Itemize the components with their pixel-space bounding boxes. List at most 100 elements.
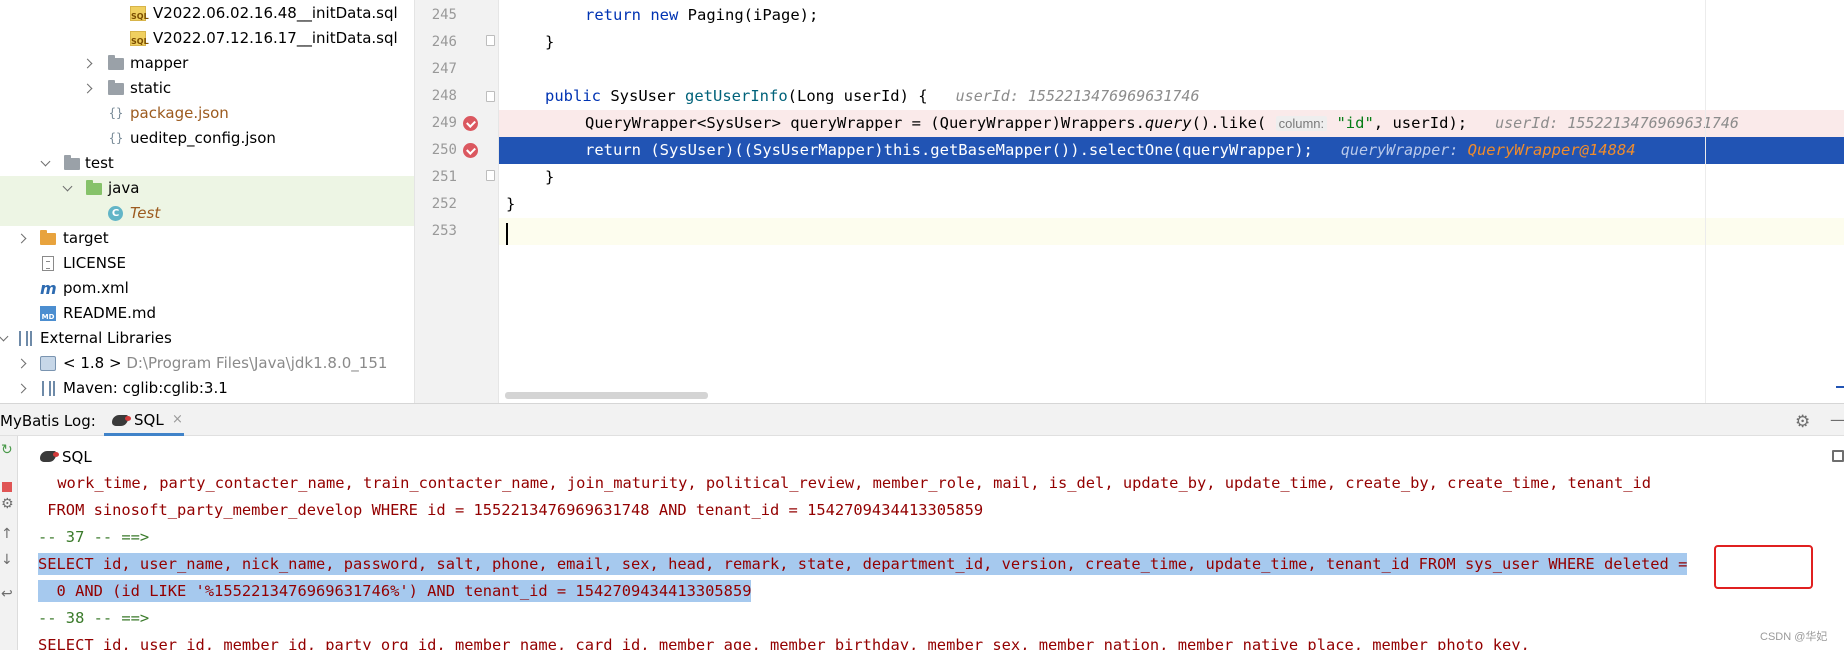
- tree-item-label: External Libraries: [40, 329, 172, 347]
- tree-item-label: V2022.07.12.16.17__initData.sql: [153, 29, 398, 47]
- tree-item-folder-test[interactable]: test: [0, 151, 414, 176]
- fold-marker-icon[interactable]: [486, 91, 495, 102]
- tree-item-folder-static[interactable]: static: [0, 76, 414, 101]
- log-line: FROM sinosoft_party_member_develop WHERE…: [38, 497, 1844, 524]
- text-caret: [506, 223, 508, 245]
- java-class-icon: C: [108, 206, 123, 221]
- method-name: getUserInfo: [685, 87, 788, 105]
- tree-item-folder-mapper[interactable]: mapper: [0, 51, 414, 76]
- tree-item-external-libraries[interactable]: External Libraries: [0, 326, 414, 351]
- chevron-right-icon[interactable]: [82, 58, 93, 69]
- stop-icon[interactable]: [2, 482, 12, 492]
- code-text: ().like(: [1191, 114, 1267, 132]
- tree-item-label: mapper: [130, 54, 189, 72]
- ide-top-area: SQL V2022.06.02.16.48__initData.sql SQL …: [0, 0, 1844, 403]
- code-editor[interactable]: return new Paging(iPage); } public SysUs…: [499, 0, 1844, 403]
- settings-icon[interactable]: ⚙: [1, 496, 14, 512]
- line-number: 251: [431, 169, 457, 185]
- sql-log-output[interactable]: work_time, party_contacter_name, train_c…: [18, 470, 1844, 650]
- watermark: CSDN @华妃: [1760, 631, 1828, 643]
- line-number: 250: [431, 142, 457, 158]
- chevron-down-icon[interactable]: [40, 156, 51, 167]
- code-text: Paging(iPage);: [678, 6, 819, 24]
- code-text: , userId);: [1373, 114, 1468, 132]
- line-number: 247: [431, 61, 457, 77]
- log-toolbar: ↻ ⚙ ↑ ↓ ↩: [0, 436, 18, 650]
- code-text: SysUser: [601, 87, 685, 105]
- tree-item-maven-library[interactable]: Maven: cglib:cglib:3.1: [0, 376, 414, 401]
- inline-debug-value[interactable]: QueryWrapper@14884: [1468, 141, 1636, 159]
- tree-item-file-ueditor-config[interactable]: {} ueditер_config.json: [0, 126, 414, 151]
- tree-item-file-package-json[interactable]: {} package.json: [0, 101, 414, 126]
- library-icon: [42, 381, 55, 396]
- arrow-up-icon[interactable]: ↑: [1, 526, 13, 542]
- project-tree[interactable]: SQL V2022.06.02.16.48__initData.sql SQL …: [0, 0, 415, 403]
- tree-item-sql-file[interactable]: SQL V2022.07.12.16.17__initData.sql: [0, 26, 414, 51]
- keyword: return: [585, 141, 641, 159]
- sql-file-icon: SQL: [130, 31, 149, 46]
- parameter-hint: column:: [1275, 116, 1328, 131]
- library-icon: [19, 331, 32, 346]
- mybatis-bird-icon: [40, 451, 59, 462]
- right-margin-guide: [1705, 0, 1706, 403]
- soft-wrap-icon[interactable]: ↩: [1, 586, 13, 602]
- layout-icon[interactable]: [1832, 450, 1844, 462]
- code-line-253[interactable]: [499, 218, 1844, 245]
- inline-debug-value: userId: 1552213476969631746: [955, 87, 1200, 105]
- inline-debug-value: userId: 1552213476969631746: [1495, 114, 1739, 132]
- tree-item-label: static: [130, 79, 172, 97]
- horizontal-scrollbar[interactable]: [505, 392, 708, 399]
- rerun-icon[interactable]: ↻: [1, 442, 13, 458]
- code-text: }: [545, 168, 555, 186]
- excluded-folder-icon: [40, 230, 56, 245]
- chevron-right-icon[interactable]: [16, 358, 27, 369]
- chevron-down-icon[interactable]: [62, 181, 73, 192]
- gear-icon[interactable]: ⚙: [1795, 412, 1810, 432]
- breakpoint-icon[interactable]: [463, 116, 478, 131]
- tree-item-file-pom[interactable]: m pom.xml: [0, 276, 414, 301]
- breakpoint-icon[interactable]: [463, 143, 478, 158]
- tree-item-file-readme[interactable]: MD README.md: [0, 301, 414, 326]
- sql-file-icon: SQL: [130, 6, 149, 21]
- tree-item-class-test[interactable]: C Test: [0, 201, 414, 226]
- editor-gutter[interactable]: 245 246 247 248 249 250 251 252 253: [415, 0, 499, 403]
- code-line-252: }: [499, 191, 1844, 218]
- markdown-file-icon: MD: [40, 306, 56, 321]
- json-file-icon: {}: [108, 131, 124, 145]
- log-text: SELECT id, user_id, member_id, party_org…: [38, 636, 1530, 650]
- code-text: (Long userId) {: [787, 87, 928, 105]
- toolwindow-title: MyBatis Log:: [0, 412, 96, 430]
- tab-label: SQL: [134, 411, 164, 429]
- chevron-right-icon[interactable]: [16, 383, 27, 394]
- chevron-right-icon[interactable]: [16, 233, 27, 244]
- maven-icon: m: [40, 279, 57, 298]
- arrow-down-icon[interactable]: ↓: [1, 552, 13, 568]
- tab-sql[interactable]: SQL ×: [104, 404, 184, 436]
- tree-item-label: target: [63, 229, 109, 247]
- code-line-251: }: [499, 164, 1844, 191]
- minimize-icon[interactable]: —: [1830, 410, 1844, 429]
- log-line-selected: 0 AND (id LIKE '%1552213476969631746%') …: [38, 578, 1844, 605]
- tree-item-file-license[interactable]: LICENSE: [0, 251, 414, 276]
- jdk-icon: [40, 356, 56, 371]
- tree-item-jdk[interactable]: < 1.8 > D:\Program Files\Java\jdk1.8.0_1…: [0, 351, 414, 376]
- json-file-icon: {}: [108, 106, 124, 120]
- tree-item-folder-target[interactable]: target: [0, 226, 414, 251]
- log-text: SELECT id, user_name, nick_name, passwor…: [38, 553, 1688, 575]
- log-text: -- 37 -- ==>: [38, 528, 150, 546]
- tree-item-label: < 1.8 > D:\Program Files\Java\jdk1.8.0_1…: [63, 351, 387, 376]
- tree-item-sql-file[interactable]: SQL V2022.06.02.16.48__initData.sql: [0, 1, 414, 26]
- line-number: 248: [431, 88, 457, 104]
- fold-marker-icon[interactable]: [486, 170, 495, 181]
- code-text: }: [545, 33, 555, 51]
- log-line-separator: -- 38 -- ==>: [38, 605, 1844, 632]
- fold-marker-icon[interactable]: [486, 35, 495, 46]
- chevron-right-icon[interactable]: [82, 83, 93, 94]
- tree-item-folder-java[interactable]: java: [0, 176, 414, 201]
- code-line-249: QueryWrapper<SysUser> queryWrapper = (Qu…: [499, 110, 1844, 137]
- tree-item-label: java: [108, 179, 140, 197]
- chevron-down-icon[interactable]: [0, 331, 9, 342]
- jdk-path: D:\Program Files\Java\jdk1.8.0_151: [126, 354, 388, 372]
- close-icon[interactable]: ×: [172, 412, 183, 427]
- log-text: FROM sinosoft_party_member_develop WHERE…: [38, 501, 984, 519]
